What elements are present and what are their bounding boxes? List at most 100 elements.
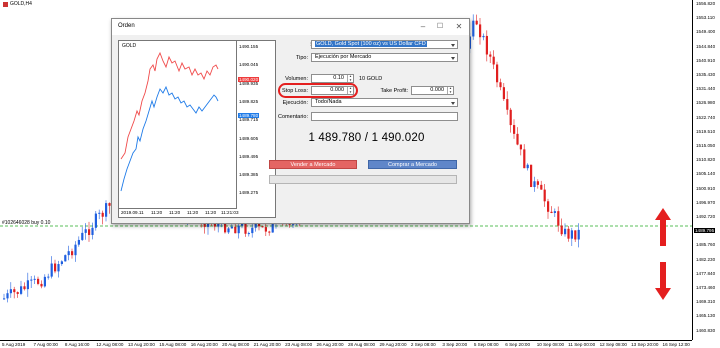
chart-icon [3, 1, 8, 7]
candle-body [264, 227, 267, 232]
candle-body [60, 261, 63, 265]
takeprofit-spin-icon[interactable]: ▲ ▼ [447, 87, 453, 94]
chart-symbol-tab[interactable]: GOLD,H4 [0, 0, 35, 8]
price-tick-label: 1492.720 [696, 214, 716, 219]
time-tick-label: 23 Aug 08:00 [285, 342, 313, 347]
candle-body [268, 231, 271, 233]
candle-body [506, 99, 509, 110]
close-icon[interactable]: ✕ [451, 21, 467, 33]
comment-input[interactable] [311, 112, 458, 121]
volume-stepper[interactable]: 0.10 ▲ ▼ [311, 74, 354, 83]
price-tick-label: 1515.050 [696, 143, 716, 148]
takeprofit-label: Take Profit: [380, 88, 408, 94]
candle-body [23, 286, 26, 290]
price-tick-label: 1535.430 [696, 72, 716, 77]
tick-price-label: 1489.385 [239, 172, 259, 178]
symbol-select-value: GOLD, Gold Spot (100 oz) vs US Dollar CF… [315, 41, 427, 47]
candle-body [71, 251, 74, 256]
minimize-icon[interactable]: – [415, 21, 431, 33]
time-tick-label: 8 Aug 16:00 [64, 342, 90, 347]
price-tick-label: 1510.820 [696, 157, 716, 163]
candle-body [105, 203, 108, 217]
price-tick-label: 1482.230 [696, 256, 716, 262]
type-label: Tipo: [295, 55, 308, 61]
candle-body [574, 230, 577, 240]
candle-body [502, 87, 505, 100]
candle-body [230, 226, 233, 229]
candle-body [13, 289, 16, 293]
candle-body [526, 164, 529, 169]
candle-body [485, 35, 488, 55]
price-tick-label: 1485.760 [696, 242, 716, 248]
candle-body [550, 211, 553, 213]
time-tick-label: 21 Aug 20:00 [253, 342, 281, 347]
buy-button[interactable]: Comprar a Mercado [368, 160, 457, 169]
candle-body [482, 35, 485, 38]
time-tick-label: 2 Sep 08:00 [410, 342, 436, 347]
time-tick-label: 28 Aug 08:00 [348, 342, 376, 347]
status-bar [269, 175, 457, 184]
volume-unit: 10 GOLD [359, 76, 383, 82]
tick-time-label: 11:21:03 [221, 210, 239, 215]
time-tick-label: 12 Aug 08:00 [96, 342, 124, 347]
time-tick-label: 16 Sep 12:00 [662, 342, 690, 347]
price-tick-label: 1556.820 [696, 1, 716, 6]
type-select[interactable]: Ejecución por Mercado [311, 53, 458, 62]
candle-body [234, 226, 237, 234]
candle-body [553, 211, 556, 213]
trade-position-label: #102646028 buy 0.10 [2, 220, 51, 226]
price-tick-label: 1531.440 [696, 86, 716, 92]
candle-body [489, 54, 492, 57]
candle-body [88, 229, 91, 235]
candle-body [577, 229, 580, 240]
candle-body [251, 227, 254, 234]
time-tick-label: 3 Sep 20:00 [442, 342, 468, 347]
candle-body [26, 280, 29, 290]
dialog-titlebar[interactable]: Orden – ☐ ✕ [112, 19, 469, 35]
candle-body [564, 228, 567, 235]
candle-body [47, 276, 50, 278]
volume-label: Volumen: [285, 76, 308, 82]
time-tick-label: 26 Aug 20:00 [316, 342, 344, 347]
candle-body [16, 292, 19, 294]
time-tick-label: 16 Aug 20:00 [190, 342, 218, 347]
candle-body [241, 223, 244, 226]
candle-body [560, 225, 563, 235]
execution-label: Ejecución: [282, 100, 308, 106]
candle-body [543, 189, 546, 202]
candle-body [492, 56, 495, 65]
candle-body [227, 228, 230, 233]
sell-button[interactable]: Vender a Mercado [269, 160, 357, 169]
price-tick-label: 1500.910 [696, 185, 716, 191]
time-tick-label: 11 Sep 00:00 [568, 342, 596, 347]
quote-display: 1 489.780 / 1 490.020 [308, 132, 425, 144]
takeprofit-stepper[interactable]: 0.000 ▲ ▼ [411, 86, 454, 95]
tick-time-label: 11:20 [205, 210, 217, 215]
candle-body [67, 251, 70, 256]
execution-select[interactable]: Todo/Nada [311, 98, 458, 107]
candle-body [98, 212, 101, 214]
price-tick-label: 1526.980 [696, 100, 716, 106]
candle-body [292, 224, 295, 226]
volume-spin-icon[interactable]: ▲ ▼ [347, 75, 353, 82]
tick-price-label: 1489.825 [239, 98, 259, 104]
candle-body [77, 239, 80, 245]
candle-body [244, 223, 247, 234]
tick-price-label: 1489.495 [239, 153, 259, 159]
candle-body [33, 278, 36, 280]
candle-body [247, 233, 250, 235]
tick-time-label: 2019.09.11 [121, 210, 144, 215]
tick-price-label: 1490.045 [239, 62, 259, 68]
maximize-icon[interactable]: ☐ [432, 21, 448, 33]
chart-symbol-label: GOLD,H4 [10, 1, 32, 7]
comment-label: Comentario: [278, 114, 308, 120]
candle-body [475, 20, 478, 25]
candle-body [94, 213, 97, 228]
candle-body [43, 276, 46, 287]
time-tick-label: 10 Sep 08:00 [536, 342, 565, 347]
price-tick-label: 1465.130 [696, 313, 716, 319]
time-tick-label: 6 Sep 20:00 [505, 342, 531, 347]
candle-body [40, 283, 43, 287]
arrow-up-icon [655, 208, 671, 246]
symbol-select[interactable]: GOLD, Gold Spot (100 oz) vs US Dollar CF… [311, 40, 458, 49]
